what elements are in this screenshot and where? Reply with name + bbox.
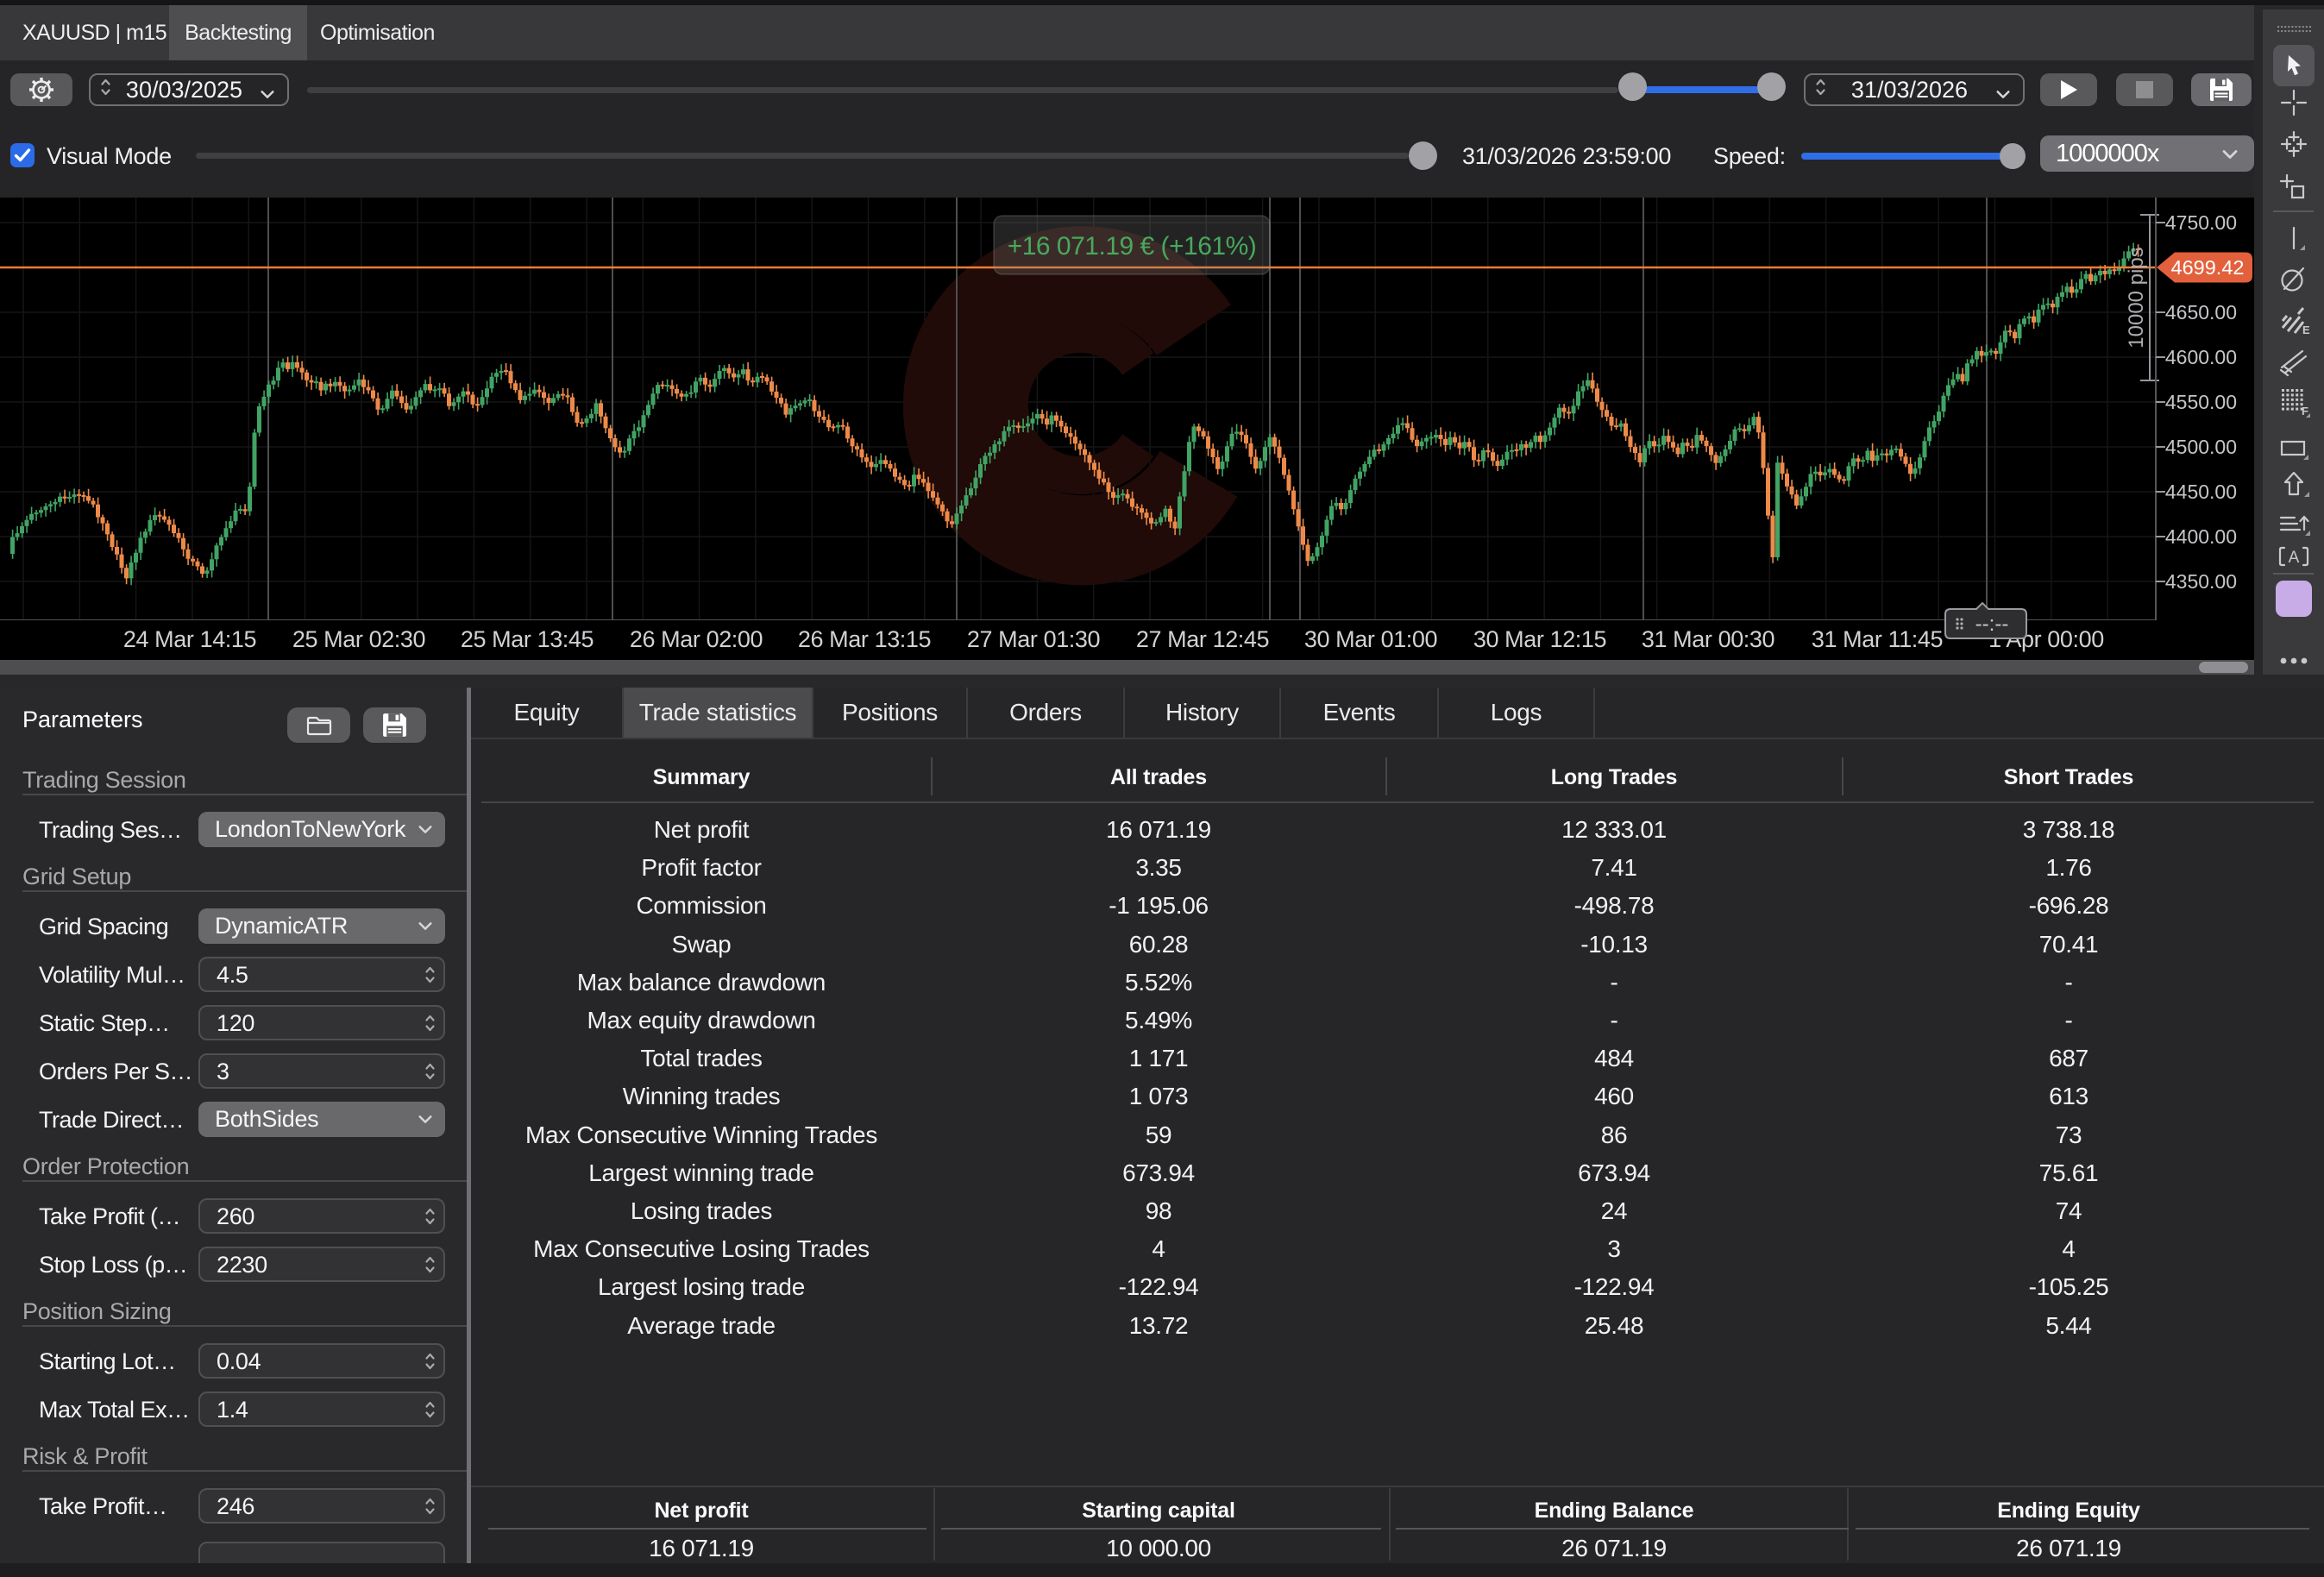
svg-text:E: E [2302, 324, 2310, 336]
svg-text:--:--: --:-- [1975, 613, 2009, 636]
svg-text:+16 071.19 € (+161%): +16 071.19 € (+161%) [1008, 232, 1257, 261]
svg-text:A: A [2288, 549, 2299, 567]
svg-text:4699.42: 4699.42 [2171, 256, 2245, 279]
svg-text:F: F [2302, 405, 2308, 418]
